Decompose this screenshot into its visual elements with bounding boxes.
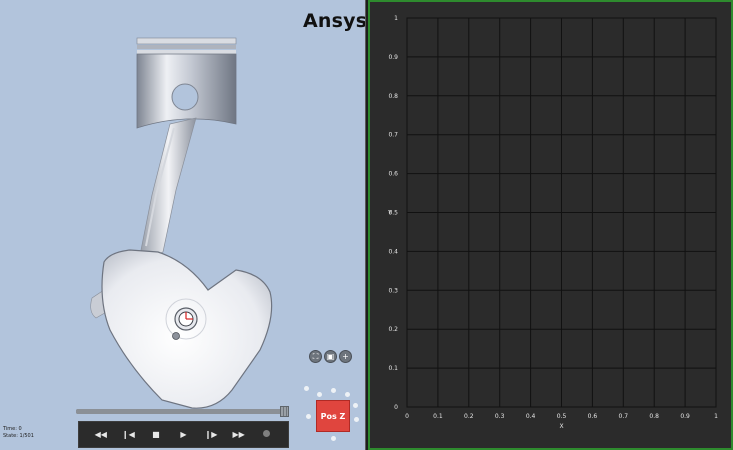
x-tick-label: 0.8	[649, 413, 659, 420]
x-tick-label: 0.5	[557, 413, 567, 420]
state-text: State: 1/501	[3, 433, 34, 439]
y-tick-label: 0.9	[388, 54, 398, 61]
timeline-slider-track[interactable]	[76, 409, 286, 414]
orient-dot-icon[interactable]	[317, 392, 322, 397]
x-tick-label: 0.3	[495, 413, 505, 420]
playback-toolbar: ◀◀ ❙◀ ■ ▶ ❙▶ ▶▶	[78, 421, 289, 448]
rewind-icon[interactable]: ◀◀	[93, 430, 109, 439]
record-button[interactable]	[258, 430, 274, 439]
y-axis-label: Y	[387, 210, 392, 217]
x-tick-label: 0	[405, 413, 409, 420]
y-tick-label: 0.3	[388, 287, 398, 294]
y-tick-label: 0.7	[388, 132, 398, 139]
xy-chart: 0 0.1 0.2 0.3 0.4 0.5 0.6 0.7 0.8 0.9 1 0 0.1 0.2 0.3 0…	[387, 15, 718, 430]
record-icon	[262, 430, 270, 437]
view-cube[interactable]: Pos Z	[316, 400, 350, 432]
piston	[136, 37, 237, 129]
connecting-rod	[140, 117, 197, 259]
timeline-slider-thumb[interactable]	[280, 406, 289, 417]
y-tick-label: 0.6	[388, 171, 398, 178]
fast-forward-icon[interactable]: ▶▶	[231, 430, 247, 439]
viewport-3d[interactable]: Ansys ⛶ ▣ + Pos Z Time: 0 State: 1/501 ◀…	[0, 0, 366, 450]
y-tick-label: 1	[394, 15, 398, 22]
ansys-logo: Ansys	[303, 10, 366, 32]
y-tick-label: 0	[394, 404, 398, 411]
fit-view-icon[interactable]: ⛶	[309, 350, 322, 363]
orient-dot-icon[interactable]	[304, 386, 309, 391]
x-tick-label: 0.7	[619, 413, 629, 420]
time-readout: Time: 0 State: 1/501	[3, 426, 34, 440]
orient-dot-icon[interactable]	[331, 388, 336, 393]
step-back-icon[interactable]: ❙◀	[120, 430, 136, 439]
x-tick-label: 0.4	[526, 413, 536, 420]
orient-dot-icon[interactable]	[354, 417, 359, 422]
x-tick-label: 0.6	[588, 413, 598, 420]
x-tick-label: 0.2	[464, 413, 474, 420]
timeline-slider-fill	[76, 409, 280, 414]
time-text: Time: 0	[3, 426, 22, 432]
crankshaft	[90, 249, 273, 409]
x-tick-label: 0.1	[433, 413, 443, 420]
y-tick-label: 0.8	[388, 93, 398, 100]
step-forward-icon[interactable]: ❙▶	[203, 430, 219, 439]
x-tick-label: 0.9	[680, 413, 690, 420]
view-mode-icon[interactable]: ▣	[324, 350, 337, 363]
y-tick-label: 0.2	[388, 326, 398, 333]
x-axis-label: X	[559, 423, 563, 430]
orient-dot-icon[interactable]	[353, 403, 358, 408]
zoom-in-icon[interactable]: +	[339, 350, 352, 363]
orient-dot-icon[interactable]	[306, 414, 311, 419]
app-root: Ansys ⛶ ▣ + Pos Z Time: 0 State: 1/501 ◀…	[0, 0, 733, 450]
view-toolbar: ⛶ ▣ +	[309, 350, 352, 363]
y-tick-label: 0.1	[388, 365, 398, 372]
orient-dot-icon[interactable]	[331, 436, 336, 441]
stop-icon[interactable]: ■	[148, 430, 164, 439]
piston-crank-model[interactable]	[0, 0, 366, 450]
xy-plot-panel[interactable]: 0 0.1 0.2 0.3 0.4 0.5 0.6 0.7 0.8 0.9 1 0 0.1 0.2 0.3 0…	[368, 0, 733, 450]
y-tick-label: 0.4	[388, 248, 398, 255]
orient-dot-icon[interactable]	[345, 392, 350, 397]
x-tick-label: 1	[714, 413, 718, 420]
play-icon[interactable]: ▶	[175, 430, 191, 439]
